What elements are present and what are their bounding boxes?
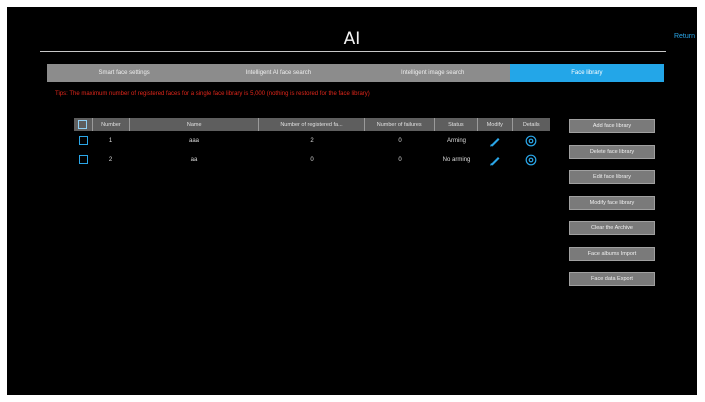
tab-face-library[interactable]: Face library xyxy=(509,64,664,82)
select-all-checkbox[interactable] xyxy=(78,120,88,129)
return-link[interactable]: Return xyxy=(674,33,695,40)
tab-smart-face-settings[interactable]: Smart face settings xyxy=(47,64,201,82)
header-registered: Number of registered fa... xyxy=(259,118,365,131)
table-row: 2 aa 0 0 No arming xyxy=(74,150,550,169)
cell-status: Arming xyxy=(446,137,466,144)
cell-registered: 2 xyxy=(310,137,314,144)
cell-failures: 0 xyxy=(398,156,402,163)
action-buttons: Add face library Delete face library Edi… xyxy=(569,119,655,298)
row-checkbox[interactable] xyxy=(78,155,88,164)
edit-icon[interactable] xyxy=(478,150,512,169)
cell-number: 1 xyxy=(108,137,113,144)
add-face-library-button[interactable]: Add face library xyxy=(569,119,655,133)
row-checkbox[interactable] xyxy=(78,136,88,145)
face-export-button[interactable]: Face data Export xyxy=(569,272,655,286)
cell-status: No arming xyxy=(442,156,471,163)
header-failures: Number of failures xyxy=(365,118,435,131)
header-modify: Modify xyxy=(478,118,513,131)
edit-face-library-button[interactable]: Edit face library xyxy=(569,170,655,184)
table-header: Number Name Number of registered fa... N… xyxy=(74,118,550,131)
header-number: Number xyxy=(93,118,131,131)
clear-archive-button[interactable]: Clear the Archive xyxy=(569,221,655,235)
details-icon[interactable] xyxy=(512,131,550,150)
tab-ai-face-search[interactable]: Intelligent AI face search xyxy=(201,64,355,82)
face-library-table: Number Name Number of registered fa... N… xyxy=(74,118,550,169)
tips-warning: Tips: The maximum number of registered f… xyxy=(55,91,370,97)
cell-number: 2 xyxy=(108,156,113,163)
cell-name: aaa xyxy=(188,137,199,144)
header-name: Name xyxy=(130,118,260,131)
title-divider xyxy=(40,51,666,52)
tab-image-search[interactable]: Intelligent image search xyxy=(356,64,510,82)
tab-bar: Smart face settings Intelligent AI face … xyxy=(47,64,664,82)
face-import-button[interactable]: Face albums Import xyxy=(569,246,655,261)
select-all-cell xyxy=(74,118,93,131)
cell-failures: 0 xyxy=(398,137,402,144)
main-screen: AI Return Smart face settings Intelligen… xyxy=(7,7,697,395)
delete-face-library-button[interactable]: Delete face library xyxy=(569,144,655,159)
modify-face-library-button[interactable]: Modify face library xyxy=(569,195,655,210)
header-status: Status xyxy=(435,118,479,131)
header-details: Details xyxy=(522,121,540,128)
page-title: AI xyxy=(343,29,361,49)
details-icon[interactable] xyxy=(512,150,550,169)
cell-registered: 0 xyxy=(310,156,314,163)
cell-name: aa xyxy=(190,156,198,163)
table-row: 1 aaa 2 0 Arming xyxy=(74,131,550,150)
edit-icon[interactable] xyxy=(478,131,512,150)
